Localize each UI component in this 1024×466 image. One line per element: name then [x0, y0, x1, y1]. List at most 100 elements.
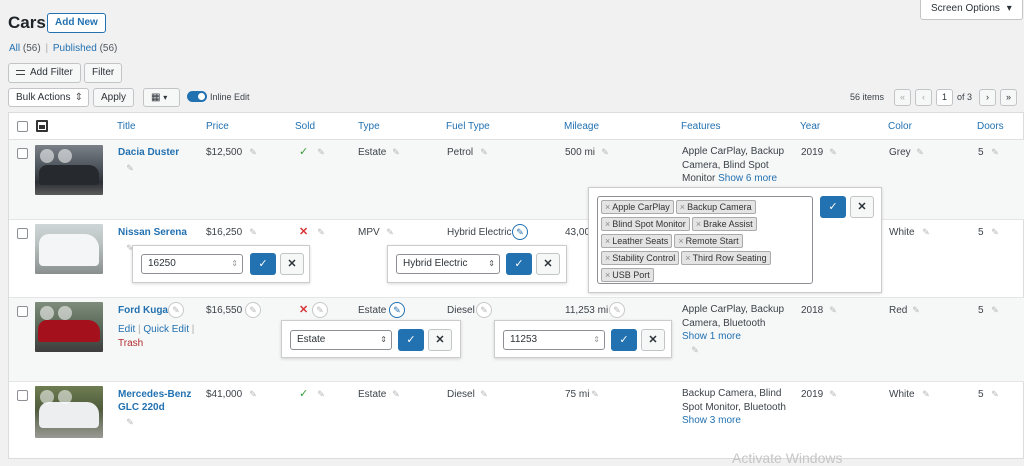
pencil-icon[interactable]: ✎ — [920, 226, 932, 238]
view-all-link[interactable]: All (56) — [9, 43, 41, 54]
pencil-icon[interactable]: ✎ — [247, 226, 259, 238]
inline-edit-toggle[interactable] — [187, 91, 207, 102]
row-title[interactable]: Mercedes-Benz GLC 220d — [118, 388, 198, 414]
features-tag-input[interactable]: × Apple CarPlay × Backup Camera × Blind Spot … — [597, 196, 813, 284]
apply-button[interactable]: Apply — [93, 88, 135, 107]
pencil-icon[interactable]: ✎ — [245, 302, 261, 318]
pencil-icon-active[interactable]: ✎ — [512, 224, 528, 240]
prev-page-button[interactable]: ‹ — [915, 89, 932, 106]
pencil-icon[interactable]: ✎ — [910, 304, 922, 316]
pencil-icon[interactable]: ✎ — [390, 388, 402, 400]
row-checkbox[interactable] — [17, 228, 28, 239]
cancel-button[interactable]: ✕ — [641, 329, 665, 351]
col-sold[interactable]: Sold — [295, 121, 315, 132]
feature-tag[interactable]: × Backup Camera — [675, 200, 756, 214]
pencil-icon[interactable]: ✎ — [124, 162, 136, 174]
add-filter-button[interactable]: Add Filter — [8, 63, 81, 83]
quick-edit-link[interactable]: Quick Edit — [143, 324, 189, 335]
pencil-icon[interactable]: ✎ — [247, 388, 259, 400]
view-mode-toggle[interactable]: ▦ ▾ — [143, 88, 180, 107]
feature-tag[interactable]: × Remote Start — [674, 234, 743, 248]
col-year[interactable]: Year — [800, 121, 820, 132]
tag-remove-icon[interactable]: × — [605, 202, 610, 212]
cancel-button[interactable]: ✕ — [536, 253, 560, 275]
col-fuel-type[interactable]: Fuel Type — [446, 121, 490, 132]
confirm-button[interactable]: ✓ — [506, 253, 532, 275]
show-more-link[interactable]: Show 6 more — [718, 173, 777, 184]
tag-remove-icon[interactable]: × — [605, 270, 610, 280]
col-features[interactable]: Features — [681, 121, 720, 132]
confirm-button[interactable]: ✓ — [611, 329, 637, 351]
price-input[interactable]: 16250 ⇕ — [141, 254, 243, 274]
show-more-link[interactable]: Show 1 more — [682, 331, 741, 342]
row-title[interactable]: Ford Kuga — [118, 304, 168, 317]
pencil-icon[interactable]: ✎ — [124, 416, 136, 428]
first-page-button[interactable]: « — [894, 89, 911, 106]
stepper-icon[interactable]: ⇕ — [593, 331, 600, 349]
thumb-edit-icon[interactable] — [40, 306, 54, 320]
tag-remove-icon[interactable]: × — [696, 219, 701, 229]
feature-tag[interactable]: × Brake Assist — [691, 217, 757, 231]
pencil-icon[interactable]: ✎ — [384, 226, 396, 238]
pencil-icon[interactable]: ✎ — [168, 302, 184, 318]
pencil-icon[interactable]: ✎ — [476, 302, 492, 318]
pencil-icon[interactable]: ✎ — [599, 146, 611, 158]
col-type[interactable]: Type — [358, 121, 380, 132]
pencil-icon[interactable]: ✎ — [390, 146, 402, 158]
pencil-icon[interactable]: ✎ — [827, 304, 839, 316]
thumb-remove-icon[interactable] — [58, 306, 72, 320]
pencil-icon[interactable]: ✎ — [689, 344, 701, 356]
stepper-icon[interactable]: ⇕ — [231, 255, 238, 273]
thumb-remove-icon[interactable] — [58, 149, 72, 163]
fuel-select[interactable]: Hybrid Electric ⇕ — [396, 254, 500, 274]
select-all-checkbox[interactable] — [17, 121, 28, 132]
row-title[interactable]: Dacia Duster — [118, 146, 179, 159]
col-price[interactable]: Price — [206, 121, 229, 132]
add-new-button[interactable]: Add New — [47, 13, 106, 33]
thumb-edit-icon[interactable] — [40, 149, 54, 163]
pencil-icon[interactable]: ✎ — [914, 146, 926, 158]
pencil-icon[interactable]: ✎ — [989, 226, 1001, 238]
pencil-icon[interactable]: ✎ — [827, 388, 839, 400]
col-color[interactable]: Color — [888, 121, 912, 132]
tag-remove-icon[interactable]: × — [680, 202, 685, 212]
mileage-input[interactable]: 11253 ⇕ — [503, 330, 605, 350]
col-title[interactable]: Title — [117, 121, 136, 132]
pencil-icon[interactable]: ✎ — [315, 388, 327, 400]
col-doors[interactable]: Doors — [977, 121, 1004, 132]
pencil-icon[interactable]: ✎ — [315, 226, 327, 238]
cancel-button[interactable]: ✕ — [280, 253, 304, 275]
pencil-icon[interactable]: ✎ — [827, 146, 839, 158]
feature-tag[interactable]: × USB Port — [601, 268, 654, 282]
show-more-link[interactable]: Show 3 more — [682, 415, 741, 426]
current-page-input[interactable]: 1 — [936, 89, 953, 106]
row-checkbox[interactable] — [17, 390, 28, 401]
thumb-edit-icon[interactable] — [40, 390, 54, 404]
feature-tag[interactable]: × Leather Seats — [601, 234, 673, 248]
pencil-icon[interactable]: ✎ — [920, 388, 932, 400]
feature-tag[interactable]: × Blind Spot Monitor — [601, 217, 690, 231]
tag-remove-icon[interactable]: × — [605, 219, 610, 229]
pencil-icon[interactable]: ✎ — [989, 388, 1001, 400]
feature-tag[interactable]: × Third Row Seating — [681, 251, 771, 265]
screen-options-button[interactable]: Screen Options ▾ — [920, 0, 1023, 20]
confirm-button[interactable]: ✓ — [820, 196, 846, 218]
cancel-button[interactable]: ✕ — [428, 329, 452, 351]
edit-link[interactable]: Edit — [118, 324, 135, 335]
thumb-remove-icon[interactable] — [58, 390, 72, 404]
type-select[interactable]: Estate ⇕ — [290, 330, 392, 350]
last-page-button[interactable]: » — [1000, 89, 1017, 106]
row-checkbox[interactable] — [17, 306, 28, 317]
pencil-icon-active[interactable]: ✎ — [389, 302, 405, 318]
pencil-icon[interactable]: ✎ — [312, 302, 328, 318]
pencil-icon[interactable]: ✎ — [589, 388, 601, 400]
tag-remove-icon[interactable]: × — [685, 253, 690, 263]
view-published-link[interactable]: Published (56) — [53, 43, 118, 54]
col-mileage[interactable]: Mileage — [564, 121, 599, 132]
pencil-icon[interactable]: ✎ — [478, 388, 490, 400]
row-title[interactable]: Nissan Serena — [118, 226, 187, 239]
filter-button[interactable]: Filter — [84, 63, 123, 83]
pencil-icon[interactable]: ✎ — [315, 146, 327, 158]
trash-link[interactable]: Trash — [118, 337, 143, 350]
feature-tag[interactable]: × Apple CarPlay — [601, 200, 674, 214]
